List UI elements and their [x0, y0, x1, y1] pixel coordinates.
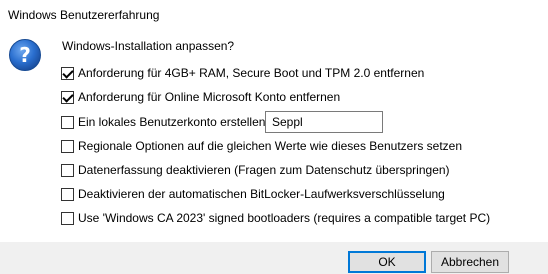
- dialog-heading: Windows-Installation anpassen?: [62, 39, 235, 53]
- option-label: Datenerfassung deaktivieren (Fragen zum …: [78, 163, 450, 177]
- svg-text:?: ?: [19, 43, 31, 67]
- option-remove-hw-requirements[interactable]: Anforderung für 4GB+ RAM, Secure Boot un…: [61, 65, 424, 81]
- ok-button[interactable]: OK: [348, 251, 426, 273]
- checkbox[interactable]: [61, 90, 74, 104]
- option-label: Regionale Optionen auf die gleichen Wert…: [78, 139, 463, 153]
- option-local-account[interactable]: Ein lokales Benutzerkonto erstellen:: [61, 114, 269, 130]
- question-icon: ?: [8, 38, 42, 72]
- checkbox[interactable]: [61, 115, 74, 129]
- checkbox[interactable]: [61, 66, 74, 80]
- option-label: Ein lokales Benutzerkonto erstellen:: [78, 115, 269, 129]
- window-title: Windows Benutzererfahrung: [8, 8, 160, 22]
- checkbox[interactable]: [61, 139, 74, 153]
- option-regional-settings[interactable]: Regionale Optionen auf die gleichen Wert…: [61, 138, 462, 154]
- option-label: Deaktivieren der automatischen BitLocker…: [78, 187, 445, 201]
- option-label: Anforderung für Online Microsoft Konto e…: [78, 90, 341, 104]
- checkbox[interactable]: [61, 163, 74, 177]
- checkbox[interactable]: [61, 211, 74, 225]
- option-remove-online-account[interactable]: Anforderung für Online Microsoft Konto e…: [61, 89, 340, 105]
- local-username-input[interactable]: [265, 111, 383, 133]
- option-label: Anforderung für 4GB+ RAM, Secure Boot un…: [78, 66, 425, 80]
- option-ca2023-bootloaders[interactable]: Use 'Windows CA 2023' signed bootloaders…: [61, 210, 490, 226]
- option-label: Use 'Windows CA 2023' signed bootloaders…: [78, 211, 491, 225]
- cancel-button[interactable]: Abbrechen: [431, 251, 509, 273]
- option-disable-data-collection[interactable]: Datenerfassung deaktivieren (Fragen zum …: [61, 162, 450, 178]
- checkbox[interactable]: [61, 187, 74, 201]
- option-disable-bitlocker[interactable]: Deaktivieren der automatischen BitLocker…: [61, 186, 445, 202]
